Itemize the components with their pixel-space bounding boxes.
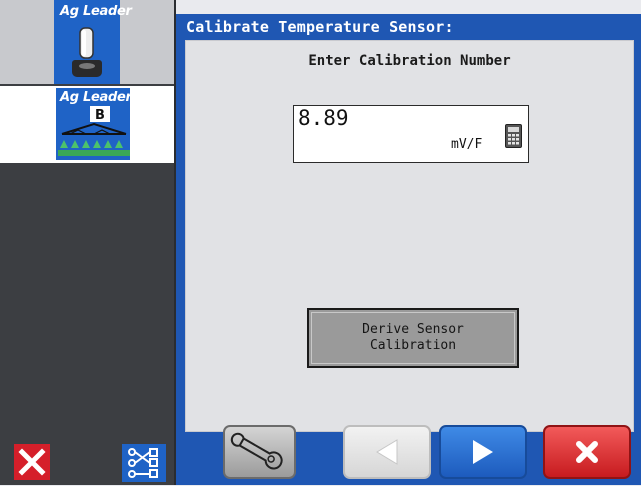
calibration-number-input[interactable]: 8.89 mV/F	[293, 105, 529, 163]
panel-subtitle: Enter Calibration Number	[308, 53, 511, 69]
next-button[interactable]	[439, 425, 527, 479]
boom-badge: B	[95, 108, 105, 123]
sidebar-network-button[interactable]	[122, 444, 166, 482]
brand-label: Ag Leader	[60, 4, 132, 19]
window-title: Calibrate Temperature Sensor:	[186, 18, 454, 36]
cancel-button[interactable]	[543, 425, 631, 479]
derive-button-label: Derive Sensor Calibration	[362, 322, 464, 353]
network-nodes-icon	[128, 448, 158, 478]
calibration-unit: mV/F	[451, 137, 483, 152]
derive-sensor-calibration-button[interactable]: Derive Sensor Calibration	[307, 308, 519, 368]
settings-wrench-button[interactable]	[223, 425, 296, 479]
right-arrow-icon	[473, 440, 493, 464]
brand-label: Ag Leader	[60, 90, 132, 105]
left-arrow-icon	[376, 439, 398, 465]
sidebar-tile-sprayer[interactable]: Ag Leader B	[0, 86, 174, 163]
back-button[interactable]	[343, 425, 431, 479]
sprayer-boom-icon: B	[58, 106, 130, 156]
sidebar: Ag Leader Ag Leader B	[0, 0, 176, 485]
calibration-window: Calibrate Temperature Sensor: Enter Cali…	[176, 14, 641, 485]
toggle-switch-icon	[72, 27, 102, 77]
calculator-icon[interactable]	[505, 124, 522, 148]
sidebar-close-button[interactable]	[14, 444, 50, 480]
wrench-icon	[230, 432, 283, 470]
sidebar-tile-switch[interactable]: Ag Leader	[0, 0, 174, 84]
calibration-panel: Enter Calibration Number 8.89 mV/F Deriv…	[185, 40, 634, 432]
calibration-value[interactable]: 8.89	[298, 106, 349, 130]
close-icon	[18, 448, 46, 476]
cancel-x-icon	[576, 441, 598, 463]
